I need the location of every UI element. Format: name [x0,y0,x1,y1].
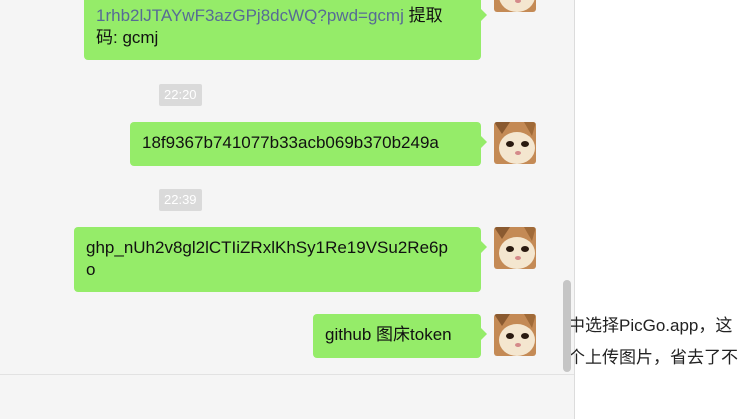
message-input-area[interactable] [0,374,574,419]
message-text: 提取 [403,6,443,25]
timestamp: 22:39 [159,189,202,211]
article-text-line: 个上传图片，省去了不 [568,348,738,367]
chat-pane: 1rhb2lJTAYwF3azGPj8dcWQ?pwd=gcmj 提取 码: g… [0,0,575,419]
message-line: o [86,260,96,279]
avatar[interactable] [494,227,536,269]
cat-avatar-icon [494,122,536,164]
chat-scrollbar[interactable] [563,280,571,372]
cat-avatar-icon [494,227,536,269]
article-text-line: 中选择PicGo.app，这 [568,316,733,335]
avatar[interactable] [494,0,536,12]
avatar[interactable] [494,314,536,356]
message-text: 18f9367b741077b33acb069b370b249a [142,133,439,152]
cat-avatar-icon [494,0,536,12]
message-text: github 图床token [325,325,452,344]
message-bubble[interactable]: ghp_nUh2v8gl2lCTIiZRxlKhSy1Re19VSu2Re6p … [74,227,487,292]
message-bubble-share-link[interactable]: 1rhb2lJTAYwF3azGPj8dcWQ?pwd=gcmj 提取 码: g… [84,0,487,60]
message-bubble[interactable]: github 图床token [313,314,487,358]
avatar[interactable] [494,122,536,164]
share-link[interactable]: 1rhb2lJTAYwF3azGPj8dcWQ?pwd=gcmj [96,6,404,25]
timestamp: 22:20 [159,84,202,106]
message-bubble[interactable]: 18f9367b741077b33acb069b370b249a [130,122,487,166]
message-line: 码: gcmj [96,28,159,47]
message-line: 1rhb2lJTAYwF3azGPj8dcWQ?pwd=gcmj 提取 [96,5,469,27]
message-line: ghp_nUh2v8gl2lCTIiZRxlKhSy1Re19VSu2Re6p [86,238,448,257]
cat-avatar-icon [494,314,536,356]
